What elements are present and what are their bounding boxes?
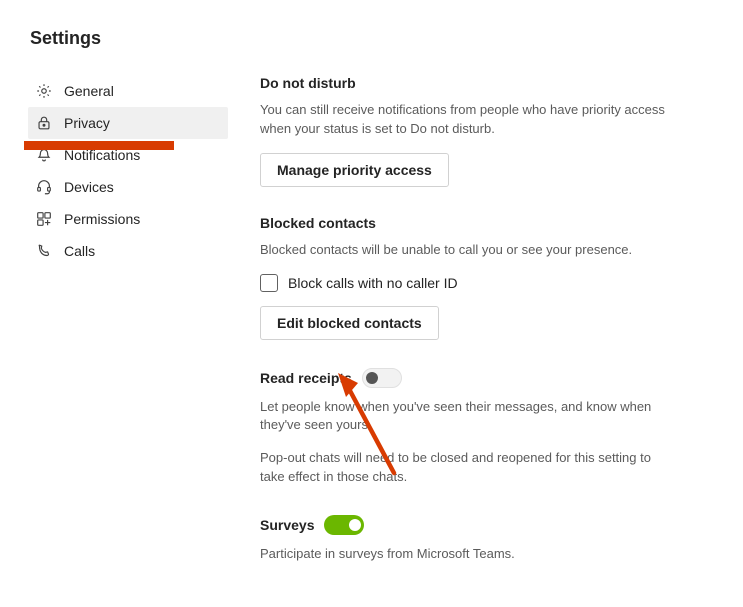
gear-icon xyxy=(34,81,54,101)
sidebar-item-label: Privacy xyxy=(64,115,110,131)
checkbox-label: Block calls with no caller ID xyxy=(288,275,458,291)
section-desc: You can still receive notifications from… xyxy=(260,101,668,139)
section-desc: Pop-out chats will need to be closed and… xyxy=(260,449,668,487)
section-surveys: Surveys Participate in surveys from Micr… xyxy=(260,515,668,564)
section-desc: Let people know when you've seen their m… xyxy=(260,398,668,436)
sidebar-item-devices[interactable]: Devices xyxy=(28,171,228,203)
sidebar-item-label: Calls xyxy=(64,243,95,259)
section-title: Blocked contacts xyxy=(260,215,668,231)
lock-icon xyxy=(34,113,54,133)
sidebar-item-label: General xyxy=(64,83,114,99)
annotation-redbar xyxy=(24,141,174,150)
page-title: Settings xyxy=(30,28,743,49)
read-receipts-toggle[interactable] xyxy=(362,368,402,388)
section-title: Read receipts xyxy=(260,370,352,386)
section-title: Surveys xyxy=(260,517,314,533)
sidebar-item-calls[interactable]: Calls xyxy=(28,235,228,267)
manage-priority-access-button[interactable]: Manage priority access xyxy=(260,153,449,187)
block-no-caller-id-checkbox[interactable] xyxy=(260,274,278,292)
sidebar-item-label: Devices xyxy=(64,179,114,195)
headset-icon xyxy=(34,177,54,197)
sidebar-item-label: Permissions xyxy=(64,211,140,227)
sidebar-item-general[interactable]: General xyxy=(28,75,228,107)
section-title: Do not disturb xyxy=(260,75,668,91)
settings-sidebar: General Privacy xyxy=(28,75,228,267)
apps-icon xyxy=(34,209,54,229)
section-desc: Participate in surveys from Microsoft Te… xyxy=(260,545,668,564)
phone-icon xyxy=(34,241,54,261)
section-desc: Blocked contacts will be unable to call … xyxy=(260,241,668,260)
section-blocked-contacts: Blocked contacts Blocked contacts will b… xyxy=(260,215,668,340)
sidebar-item-privacy[interactable]: Privacy xyxy=(28,107,228,139)
surveys-toggle[interactable] xyxy=(324,515,364,535)
section-do-not-disturb: Do not disturb You can still receive not… xyxy=(260,75,668,187)
section-read-receipts: Read receipts Let people know when you'v… xyxy=(260,368,668,487)
sidebar-item-permissions[interactable]: Permissions xyxy=(28,203,228,235)
edit-blocked-contacts-button[interactable]: Edit blocked contacts xyxy=(260,306,439,340)
